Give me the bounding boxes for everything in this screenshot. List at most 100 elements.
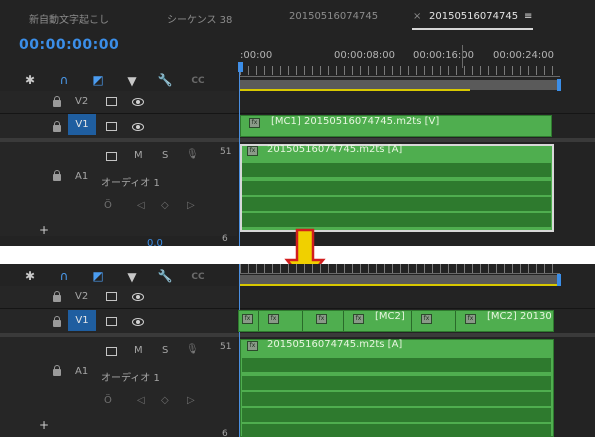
mute-button[interactable]: M	[134, 345, 143, 356]
fx-badge-icon: fx	[247, 146, 258, 156]
lock-icon[interactable]	[53, 316, 61, 327]
linked-selection-icon[interactable]: ◩	[90, 269, 106, 283]
work-area-end-handle[interactable]	[557, 274, 561, 286]
track-height-value: 51	[220, 342, 232, 352]
tab-sequence-active[interactable]: 20150516074745	[429, 11, 518, 22]
edit-point[interactable]	[455, 311, 456, 331]
solo-button[interactable]: S	[162, 345, 168, 356]
clip-label: 20150516074745.m2ts [A]	[267, 339, 403, 350]
snap-icon[interactable]: ✱	[22, 73, 38, 87]
audio-waveform	[242, 408, 551, 422]
mute-button[interactable]: M	[134, 150, 143, 161]
magnet-icon[interactable]: ∩	[56, 269, 72, 283]
add-track-icon[interactable]: +	[39, 418, 49, 432]
time-ruler[interactable]	[240, 264, 560, 273]
audio-waveform	[242, 213, 551, 227]
edit-point[interactable]	[411, 311, 412, 331]
linked-selection-icon[interactable]: ◩	[90, 73, 106, 87]
sync-lock-icon[interactable]	[106, 292, 117, 301]
fx-badge-icon: fx	[242, 314, 253, 324]
fx-badge-icon: fx	[421, 314, 432, 324]
eye-icon[interactable]	[132, 318, 144, 326]
tab-sequence-38[interactable]: シーケンス 38	[167, 11, 232, 26]
track-label-a1[interactable]: A1	[75, 366, 88, 377]
playhead-timecode[interactable]: 00:00:00:00	[19, 37, 119, 53]
audio-waveform	[242, 358, 551, 372]
work-area-end-handle[interactable]	[557, 79, 561, 91]
sync-lock-icon[interactable]	[106, 317, 117, 326]
edit-point[interactable]	[343, 311, 344, 331]
marker-icon[interactable]: ▼	[124, 270, 140, 284]
track-header-a1	[0, 142, 237, 236]
source-patch-v1[interactable]: V1	[68, 310, 96, 331]
lock-icon[interactable]	[53, 96, 61, 107]
wrench-icon[interactable]: 🔧	[157, 73, 173, 87]
audio-waveform	[242, 376, 551, 390]
cti-line	[462, 45, 463, 68]
eye-icon[interactable]	[132, 98, 144, 106]
track-header-v1	[0, 309, 237, 333]
add-keyframe-icon[interactable]: ◇	[161, 200, 169, 211]
ruler-label: 00:00:08:00	[334, 50, 396, 61]
captions-icon[interactable]: CC	[190, 272, 206, 282]
source-patch-v1[interactable]: V1	[68, 114, 96, 135]
edit-point[interactable]	[258, 311, 259, 331]
marker-icon[interactable]: ▼	[124, 74, 140, 88]
next-keyframe-icon[interactable]: ▷	[187, 395, 195, 406]
prev-keyframe-icon[interactable]: ◁	[137, 200, 145, 211]
track-label-v2[interactable]: V2	[75, 96, 88, 107]
ruler-baseline	[240, 76, 560, 77]
snap-icon[interactable]: ✱	[22, 269, 38, 283]
audio-waveform	[242, 163, 551, 177]
fx-badge-icon: fx	[247, 341, 258, 351]
edit-point[interactable]	[302, 311, 303, 331]
captions-icon[interactable]: CC	[190, 76, 206, 86]
lock-icon[interactable]	[53, 121, 61, 132]
tab-sequence-a[interactable]: 20150516074745	[289, 11, 378, 22]
track-name-audio-1: オーディオ 1	[101, 373, 160, 384]
track-name-audio-1: オーディオ 1	[101, 178, 160, 189]
next-keyframe-icon[interactable]: ▷	[187, 200, 195, 211]
fx-badge-icon: fx	[316, 314, 327, 324]
track-label-v2[interactable]: V2	[75, 291, 88, 302]
video-audio-divider[interactable]	[0, 333, 595, 337]
mic-icon[interactable]: 🎙	[186, 344, 199, 355]
wrench-icon[interactable]: 🔧	[157, 269, 173, 283]
magnet-icon[interactable]: ∩	[56, 73, 72, 87]
add-track-icon[interactable]: +	[39, 223, 49, 237]
eye-icon[interactable]	[132, 123, 144, 131]
render-bar	[240, 89, 470, 91]
time-ruler[interactable]	[240, 66, 560, 75]
lock-icon[interactable]	[53, 170, 61, 181]
fx-badge-icon: fx	[268, 314, 279, 324]
tab-auto-transcribe[interactable]: 新自動文字起こし	[29, 11, 109, 26]
lock-icon[interactable]	[53, 291, 61, 302]
solo-button[interactable]: S	[162, 150, 168, 161]
track-header-v2	[0, 91, 237, 113]
tab-close-icon[interactable]: ×	[413, 11, 421, 22]
mic-icon[interactable]: 🎙	[186, 149, 199, 160]
track-header-v2	[0, 286, 237, 308]
lock-icon[interactable]	[53, 365, 61, 376]
track-label-a1[interactable]: A1	[75, 171, 88, 182]
video-audio-divider[interactable]	[0, 138, 595, 142]
audio-waveform	[242, 197, 551, 211]
add-keyframe-icon[interactable]: ◇	[161, 395, 169, 406]
audio-waveform	[242, 424, 551, 437]
eye-icon[interactable]	[132, 293, 144, 301]
active-tab-underline	[412, 28, 533, 30]
timeline-panel-after: ✱ ∩ ◩ ▼ 🔧 CC V2 V1 M S 🎙 51 A1 オーディオ 1 Ö…	[0, 264, 595, 437]
sync-lock-icon[interactable]	[106, 152, 117, 161]
divider	[0, 308, 595, 309]
ruler-label: 00:00:24:00	[493, 50, 555, 61]
master-level-value[interactable]: 0.0	[147, 238, 163, 246]
volume-icon[interactable]: Ö	[104, 395, 112, 406]
master-channels-value: 6	[222, 234, 228, 244]
track-header-a1	[0, 337, 237, 437]
panel-menu-icon[interactable]: ≡	[524, 11, 532, 22]
volume-icon[interactable]: Ö	[104, 200, 112, 211]
sync-lock-icon[interactable]	[106, 122, 117, 131]
sync-lock-icon[interactable]	[106, 97, 117, 106]
sync-lock-icon[interactable]	[106, 347, 117, 356]
prev-keyframe-icon[interactable]: ◁	[137, 395, 145, 406]
